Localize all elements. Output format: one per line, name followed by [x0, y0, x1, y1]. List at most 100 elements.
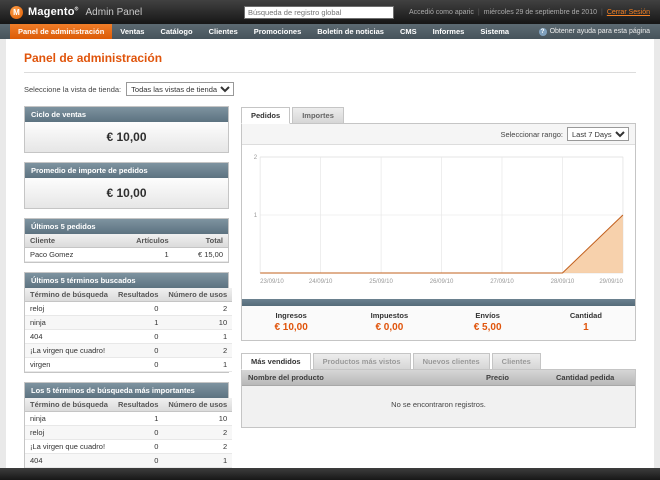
last-orders-title: Últimos 5 pedidos: [25, 219, 228, 234]
nav-item-customers[interactable]: Clientes: [201, 24, 246, 39]
store-view-select[interactable]: Todas las vistas de tienda: [126, 82, 235, 96]
orders-chart: 1 2 23/09/10 24/09/10 25/09/10 26/09/10 27/09/…: [242, 145, 635, 299]
last-orders-panel: Últimos 5 pedidos Cliente Artículos Tota…: [24, 218, 229, 263]
nav-item-newsletter[interactable]: Boletín de noticias: [309, 24, 392, 39]
stat-quantity: Cantidad 1: [569, 311, 602, 333]
table-cell: virgen: [25, 357, 113, 372]
page-title: Panel de administración: [24, 47, 636, 73]
table-cell: 0: [112, 453, 164, 468]
store-view-label: Seleccione la vista de tienda:: [24, 84, 122, 94]
last-orders-table: Cliente Artículos Total Paco Gomez 1 € 15,…: [25, 234, 228, 262]
products-section: Más vendidos Productos más vistos Nuevos…: [241, 352, 636, 428]
range-label: Seleccionar rango:: [500, 129, 563, 139]
last-search-title: Últimos 5 términos buscados: [25, 273, 228, 288]
table-cell: 10: [163, 411, 233, 426]
tab-orders[interactable]: Pedidos: [241, 107, 291, 124]
nav-item-reports[interactable]: Informes: [425, 24, 473, 39]
column-header: Artículos: [107, 234, 174, 248]
svg-text:23/09/10: 23/09/10: [260, 279, 284, 285]
top-search-title: Los 5 términos de búsqueda más important…: [25, 383, 228, 398]
nav-item-catalog[interactable]: Catálogo: [152, 24, 200, 39]
table-cell: 0: [112, 357, 164, 372]
lifetime-sales-title: Ciclo de ventas: [25, 107, 228, 122]
products-tabs: Más vendidos Productos más vistos Nuevos…: [241, 353, 636, 370]
column-header: Cliente: [25, 234, 108, 248]
table-cell: 2: [163, 425, 233, 440]
help-label: Obtener ayuda para esta página: [549, 28, 650, 35]
header-user-area: Accedió como aparic | miércoles 29 de se…: [409, 9, 650, 16]
svg-text:28/09/10: 28/09/10: [551, 279, 575, 285]
table-cell: € 15,00: [173, 247, 228, 262]
stat-shipping: Envíos € 5,00: [473, 311, 502, 333]
product-name: Admin Panel: [85, 6, 143, 18]
nav-item-sales[interactable]: Ventas: [112, 24, 152, 39]
column-header: Término de búsqueda: [25, 288, 113, 302]
svg-text:25/09/10: 25/09/10: [369, 279, 393, 285]
nav-item-dashboard[interactable]: Panel de administración: [10, 24, 113, 39]
table-cell: 0: [112, 343, 164, 358]
table-row: 404 0 1: [25, 329, 233, 344]
table-cell: 1: [163, 329, 233, 344]
global-search: [243, 5, 394, 19]
content-area: Panel de administración Seleccione la vi…: [6, 39, 654, 468]
column-header: Número de usos: [163, 398, 233, 412]
nav-item-cms[interactable]: CMS: [392, 24, 425, 39]
table-cell: 10: [163, 315, 233, 330]
svg-text:1: 1: [254, 213, 258, 219]
magento-logo-icon: M: [10, 5, 23, 19]
lifetime-sales-value: € 10,00: [25, 122, 228, 152]
table-cell: reloj: [25, 425, 113, 440]
svg-text:2: 2: [254, 155, 258, 161]
table-cell: ¡La virgen que cuadro!: [25, 439, 113, 454]
stat-tax: Impuestos € 0,00: [370, 311, 409, 333]
table-cell: ninja: [25, 315, 113, 330]
nav-item-promotions[interactable]: Promociones: [246, 24, 310, 39]
svg-text:26/09/10: 26/09/10: [430, 279, 454, 285]
table-row: ¡La virgen que cuadro! 0 2: [25, 439, 233, 454]
last-search-table: Término de búsqueda Resultados Número de…: [25, 288, 233, 372]
table-cell: reloj: [25, 301, 113, 316]
separator: |: [477, 8, 480, 16]
column-header: Número de usos: [163, 288, 233, 302]
column-header: Resultados: [112, 398, 164, 412]
table-cell: 1: [112, 315, 164, 330]
top-header: M Magento® Admin Panel Accedió como apar…: [0, 0, 660, 24]
table-cell: Paco Gomez: [25, 247, 108, 262]
stat-revenue: Ingresos € 10,00: [274, 311, 308, 333]
totals-row: Ingresos € 10,00 Impuestos € 0,00 Envíos…: [242, 306, 635, 340]
tab-customers[interactable]: Clientes: [491, 353, 541, 370]
tab-amounts[interactable]: Importes: [292, 107, 344, 124]
table-row: Paco Gomez 1 € 15,00: [25, 247, 228, 262]
table-cell: 0: [112, 301, 164, 316]
range-select[interactable]: Last 7 Days: [567, 127, 629, 141]
table-cell: ninja: [25, 411, 113, 426]
column-header: Nombre del producto: [248, 373, 324, 382]
tab-bestsellers[interactable]: Más vendidos: [241, 353, 311, 370]
table-cell: 2: [163, 301, 233, 316]
help-link[interactable]: ? Obtener ayuda para esta página: [538, 24, 660, 39]
global-search-input[interactable]: [243, 5, 394, 19]
table-cell: 404: [25, 329, 113, 344]
main-nav: Panel de administración Ventas Catálogo …: [0, 24, 660, 39]
table-cell: 2: [163, 439, 233, 454]
stats-divider: [242, 299, 635, 306]
empty-records-message: No se encontraron registros.: [242, 386, 635, 427]
brand-name: Magento®: [28, 6, 79, 18]
table-cell: 0: [112, 425, 164, 440]
table-row: 404 0 1: [25, 453, 233, 468]
table-cell: 0: [112, 439, 164, 454]
lifetime-sales-panel: Ciclo de ventas € 10,00: [24, 106, 229, 153]
trademark-mark: ®: [74, 6, 79, 13]
logged-in-as: Accedió como aparic: [408, 8, 474, 16]
table-cell: ¡La virgen que cuadro!: [25, 343, 113, 358]
tab-new-customers[interactable]: Nuevos clientes: [412, 353, 490, 370]
nav-item-system[interactable]: Sistema: [472, 24, 517, 39]
column-header: Total: [173, 234, 228, 248]
logout-link[interactable]: Cerrar Sesión: [607, 9, 650, 16]
table-row: virgen 0 1: [25, 357, 233, 372]
chart-box: Seleccionar rango: Last 7 Days 1 2 23/09/1…: [241, 123, 636, 341]
table-cell: 404: [25, 453, 113, 468]
average-orders-title: Promedio de importe de pedidos: [25, 163, 228, 178]
tab-most-viewed[interactable]: Productos más vistos: [312, 353, 411, 370]
dashboard-left-column: Ciclo de ventas € 10,00 Promedio de impo…: [24, 106, 233, 468]
